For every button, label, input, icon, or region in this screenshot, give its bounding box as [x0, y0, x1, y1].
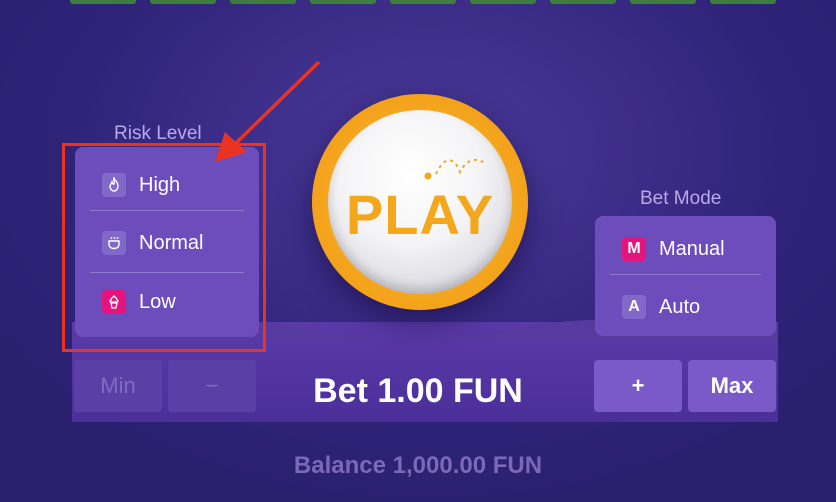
- bet-mode-option-label: Manual: [659, 237, 725, 260]
- annotation-arrow-icon: [215, 60, 321, 162]
- top-tile: [310, 0, 376, 4]
- play-button[interactable]: PLAY: [312, 94, 528, 310]
- top-tiles: [70, 0, 776, 4]
- bet-mode-option-label: Auto: [659, 295, 701, 318]
- divider: [610, 274, 761, 275]
- top-tile: [630, 0, 696, 4]
- top-tile: [150, 0, 216, 4]
- top-tile: [390, 0, 456, 4]
- auto-icon: A: [622, 295, 646, 319]
- annotation-highlight-box: [62, 143, 266, 352]
- bet-mode-label: Bet Mode: [640, 188, 722, 209]
- increase-bet-button[interactable]: +: [594, 360, 682, 412]
- bet-amount-text: Bet 1.00 FUN: [313, 372, 523, 410]
- top-tile: [70, 0, 136, 4]
- bet-mode-option-manual[interactable]: M Manual: [595, 224, 776, 274]
- bounce-path-icon: [424, 158, 487, 180]
- top-tile: [470, 0, 536, 4]
- top-tile: [710, 0, 776, 4]
- balance-text: Balance 1,000.00 FUN: [293, 452, 543, 479]
- manual-icon: M: [622, 237, 646, 261]
- top-tile: [230, 0, 296, 4]
- top-tile: [550, 0, 616, 4]
- bet-mode-option-auto[interactable]: A Auto: [595, 282, 776, 332]
- min-bet-button[interactable]: Min: [74, 360, 162, 412]
- max-bet-button[interactable]: Max: [688, 360, 776, 412]
- risk-level-label: Risk Level: [114, 123, 202, 144]
- bet-mode-selector: M Manual A Auto: [595, 216, 776, 336]
- decrease-bet-button[interactable]: −: [168, 360, 256, 412]
- play-label: PLAY: [345, 183, 495, 246]
